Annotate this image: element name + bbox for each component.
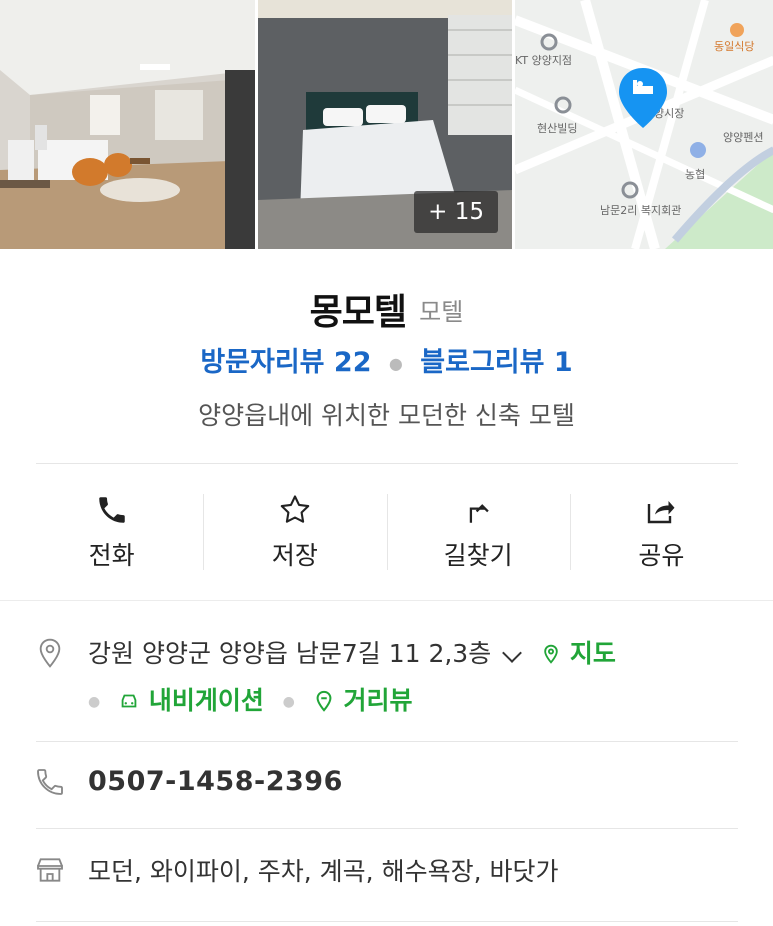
directions-icon — [469, 504, 489, 523]
divider — [36, 921, 738, 922]
room-photo-1[interactable] — [0, 0, 255, 249]
navigation-link-label: 내비게이션 — [148, 686, 264, 715]
address-links-row: ● 내비게이션 ● 거리뷰 — [88, 681, 413, 717]
save-button[interactable]: 저장 — [203, 490, 386, 575]
room-photo-2[interactable]: + 15 — [258, 0, 512, 249]
phone-outline-icon — [37, 769, 63, 795]
directions-label: 길찾기 — [443, 541, 513, 570]
call-label: 전화 — [88, 541, 135, 570]
separator-dot: ● — [282, 694, 295, 710]
visitor-reviews-link[interactable]: 방문자리뷰 22 — [200, 347, 371, 378]
map-label-restaurant: 동일식당 — [714, 39, 754, 53]
map-thumbnail[interactable]: KT 양양지점 동일식당 현산빌딩 양시장 양양펜션 농협 남문2리 복지회관 — [515, 0, 773, 249]
phone-number[interactable]: 0507-1458-2396 — [88, 766, 343, 797]
more-photos-badge[interactable]: + 15 — [414, 191, 498, 233]
place-description: 양양읍내에 위치한 모던한 신축 모텔 — [198, 401, 575, 430]
map-label-building: 현산빌딩 — [537, 122, 577, 135]
place-name: 몽모텔 — [309, 292, 407, 333]
map-label-nonghyup: 농협 — [685, 168, 705, 181]
directions-button[interactable]: 길찾기 — [386, 490, 570, 575]
blog-reviews-link[interactable]: 블로그리뷰 1 — [420, 347, 572, 378]
call-button[interactable]: 전화 — [20, 490, 203, 575]
star-icon — [280, 495, 310, 523]
share-button[interactable]: 공유 — [569, 490, 753, 575]
phone-icon — [98, 497, 125, 523]
action-bar: 전화 저장 길찾기 공유 — [0, 490, 773, 575]
map-label-kt: KT 양양지점 — [515, 54, 572, 67]
divider — [36, 463, 738, 464]
store-icon — [37, 858, 63, 882]
address-row: 강원 양양군 양양읍 남문7길 11 2,3층 지도 — [88, 634, 616, 670]
streetview-link-label: 거리뷰 — [343, 686, 413, 715]
divider — [36, 828, 738, 829]
save-label: 저장 — [271, 541, 318, 570]
review-separator: ● — [388, 354, 403, 373]
amenities-text: 모던, 와이파이, 주차, 계곡, 해수욕장, 바닷가 — [88, 857, 559, 886]
location-pin-icon — [39, 638, 61, 668]
place-category: 모텔 — [419, 297, 464, 326]
car-icon — [121, 694, 137, 708]
map-label-center: 남문2리 복지회관 — [600, 204, 681, 217]
chevron-down-icon[interactable] — [502, 642, 523, 663]
share-icon — [648, 501, 675, 524]
address-text: 강원 양양군 양양읍 남문7길 11 2,3층 — [88, 639, 492, 668]
review-links: 방문자리뷰 22 ● 블로그리뷰 1 — [0, 340, 773, 379]
streetview-link[interactable]: 거리뷰 — [313, 686, 413, 715]
divider — [36, 741, 738, 742]
map-link[interactable]: 지도 — [541, 639, 616, 668]
navigation-link[interactable]: 내비게이션 — [118, 686, 272, 715]
share-label: 공유 — [638, 541, 685, 570]
photo-strip: + 15 KT 양양지점 동일식당 현산빌딩 양시장 양양펜션 농협 남문2리 … — [0, 0, 773, 249]
separator-dot: ● — [88, 694, 101, 710]
streetview-icon — [316, 690, 332, 712]
place-title-row: 몽모텔 모텔 — [0, 283, 773, 335]
map-pin-small-icon — [544, 644, 558, 664]
map-link-label: 지도 — [569, 639, 616, 668]
section-divider — [0, 600, 773, 601]
map-label-pension: 양양펜션 — [723, 131, 763, 144]
